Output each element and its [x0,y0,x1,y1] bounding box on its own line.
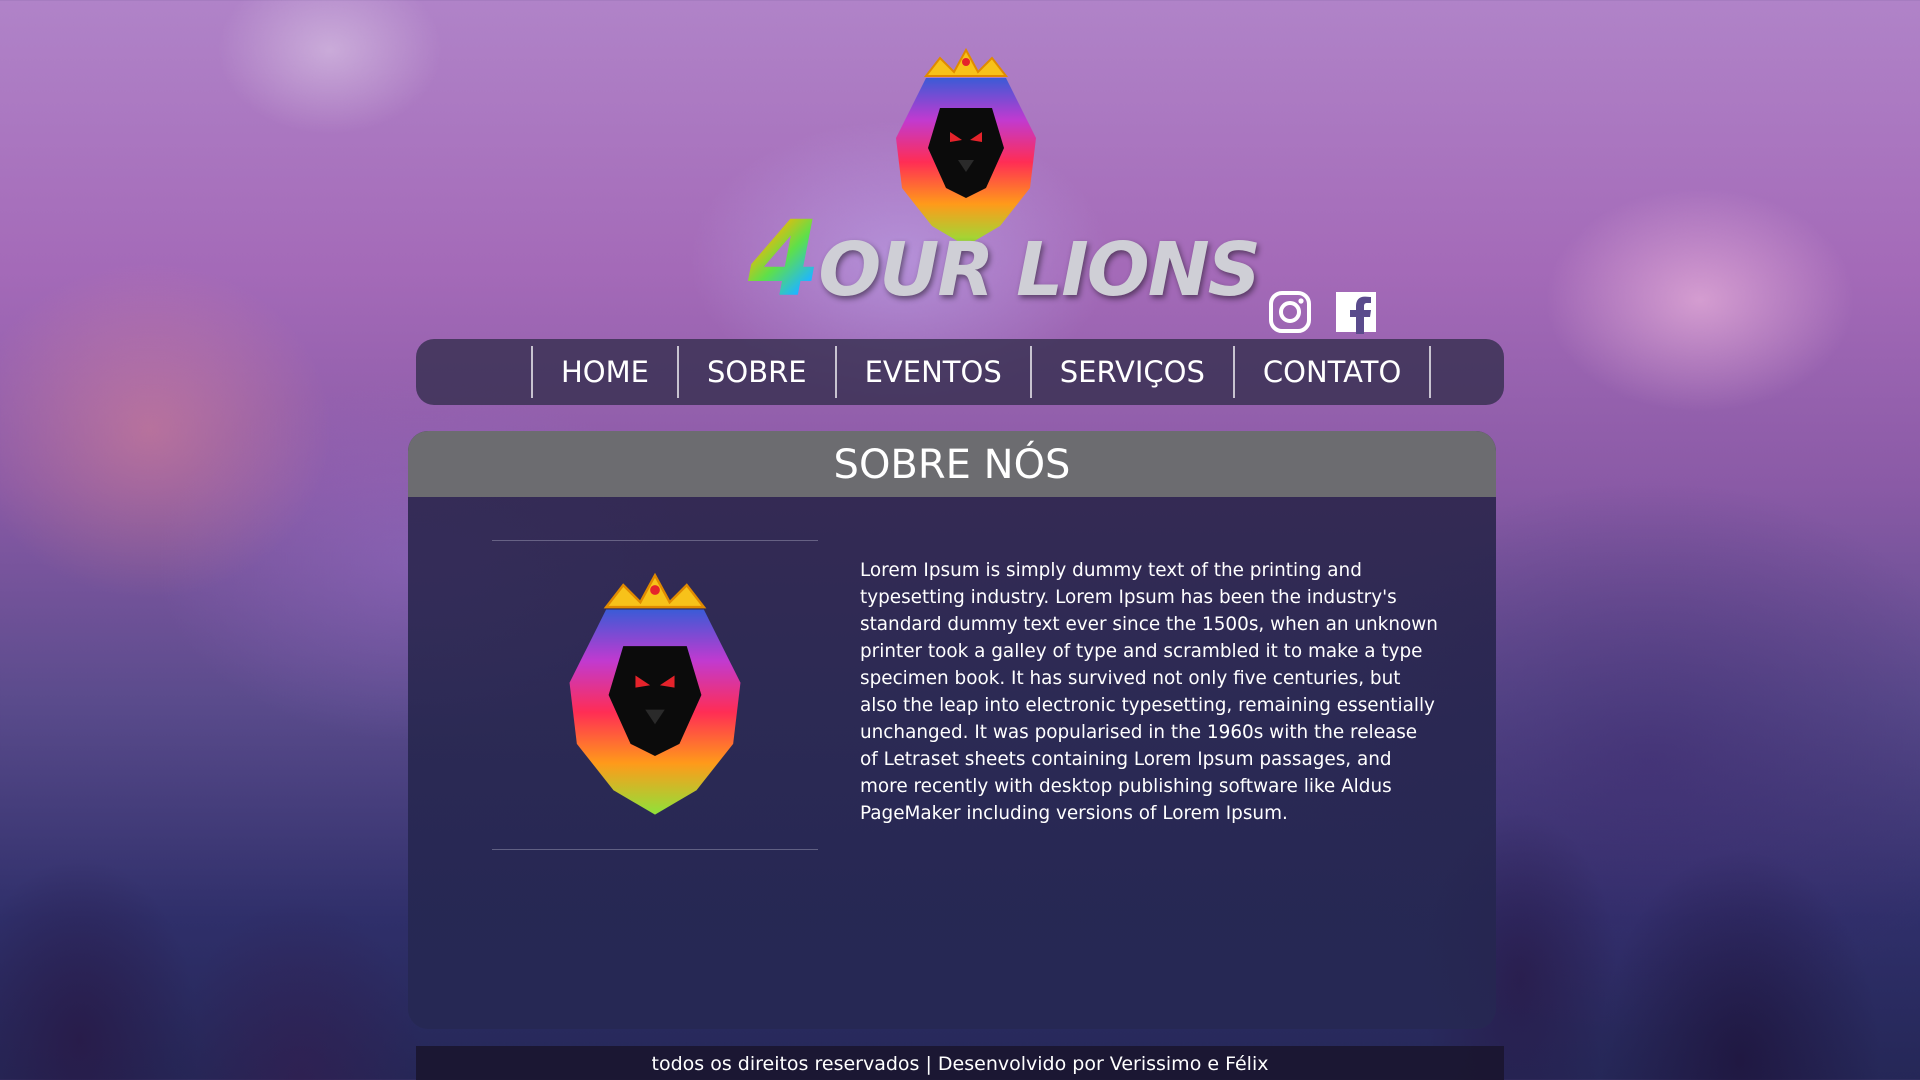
footer: todos os direitos reservados | Desenvolv… [416,1046,1504,1080]
nav-item-servicos[interactable]: SERVIÇOS [1032,346,1233,398]
nav-item-eventos[interactable]: EVENTOS [837,346,1030,398]
main-nav: HOME SOBRE EVENTOS SERVIÇOS CONTATO [416,339,1504,405]
logo-text: OUR LIONS [818,227,1261,313]
nav-divider [1429,346,1432,398]
nav-item-contato[interactable]: CONTATO [1235,346,1429,398]
facebook-link[interactable] [1334,290,1378,334]
about-title: SOBRE NÓS [408,431,1496,497]
nav-item-home[interactable]: HOME [533,346,677,398]
instagram-link[interactable] [1268,290,1312,334]
facebook-icon [1336,292,1376,334]
about-body-text: Lorem Ipsum is simply dummy text of the … [860,560,1438,825]
about-image-frame [492,540,818,850]
brand-logo[interactable]: 4OUR LIONS [748,48,1261,320]
logo-wordmark: 4OUR LIONS [748,198,1261,320]
instagram-icon [1269,291,1311,333]
social-links [1268,290,1378,334]
about-card: SOBRE NÓS Lorem Ipsum is simply dummy te… [408,431,1496,1029]
logo-number: 4 [748,198,820,320]
nav-list: HOME SOBRE EVENTOS SERVIÇOS CONTATO [531,346,1432,398]
lion-emblem-icon [569,572,741,815]
nav-item-sobre[interactable]: SOBRE [679,346,835,398]
